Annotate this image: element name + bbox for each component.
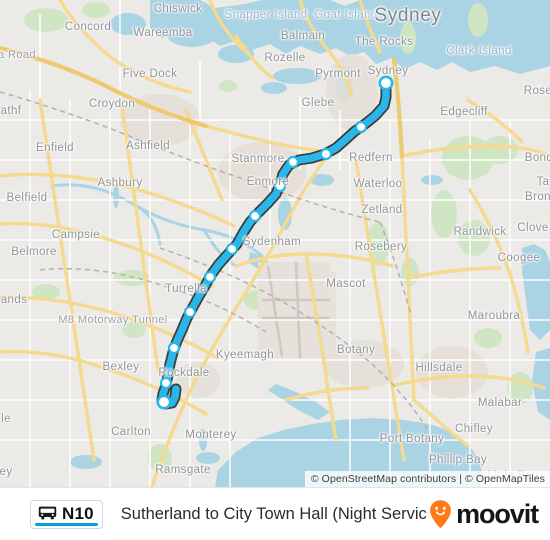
route-badge[interactable]: N10: [30, 499, 103, 529]
route-stop-marker[interactable]: [203, 270, 217, 284]
route-title: Sutherland to City Town Hall (Night Serv…: [120, 504, 428, 523]
map-vector-layer: [0, 0, 550, 487]
route-terminus-marker[interactable]: [378, 75, 394, 91]
route-stop-marker[interactable]: [286, 155, 300, 169]
route-stop-marker[interactable]: [159, 376, 173, 390]
route-stop-marker[interactable]: [248, 209, 262, 223]
route-stop-marker[interactable]: [319, 147, 333, 161]
bus-icon: [38, 506, 57, 520]
route-badge-underline: [35, 522, 98, 526]
airport: [258, 261, 336, 359]
moovit-wordmark: moovit: [456, 498, 539, 529]
map-canvas[interactable]: Chiswick Snapper Island Goat Island Sydney C…: [0, 0, 550, 487]
route-info-bar: N10 Sutherland to City Town Hall (Night …: [0, 487, 550, 540]
moovit-logo[interactable]: moovit: [427, 498, 539, 529]
moovit-pin-icon: [430, 500, 451, 528]
route-stop-marker[interactable]: [183, 305, 197, 319]
route-number: N10: [62, 503, 94, 523]
route-stop-marker[interactable]: [225, 242, 239, 256]
route-stop-marker[interactable]: [167, 341, 181, 355]
route-stop-marker[interactable]: [273, 179, 287, 193]
map-attribution: © OpenStreetMap contributors | © OpenMap…: [304, 471, 550, 487]
moovit-route-map-screen: Chiswick Snapper Island Goat Island Sydney C…: [0, 0, 550, 540]
route-terminus-marker[interactable]: [156, 394, 172, 410]
route-stop-marker[interactable]: [354, 120, 368, 134]
